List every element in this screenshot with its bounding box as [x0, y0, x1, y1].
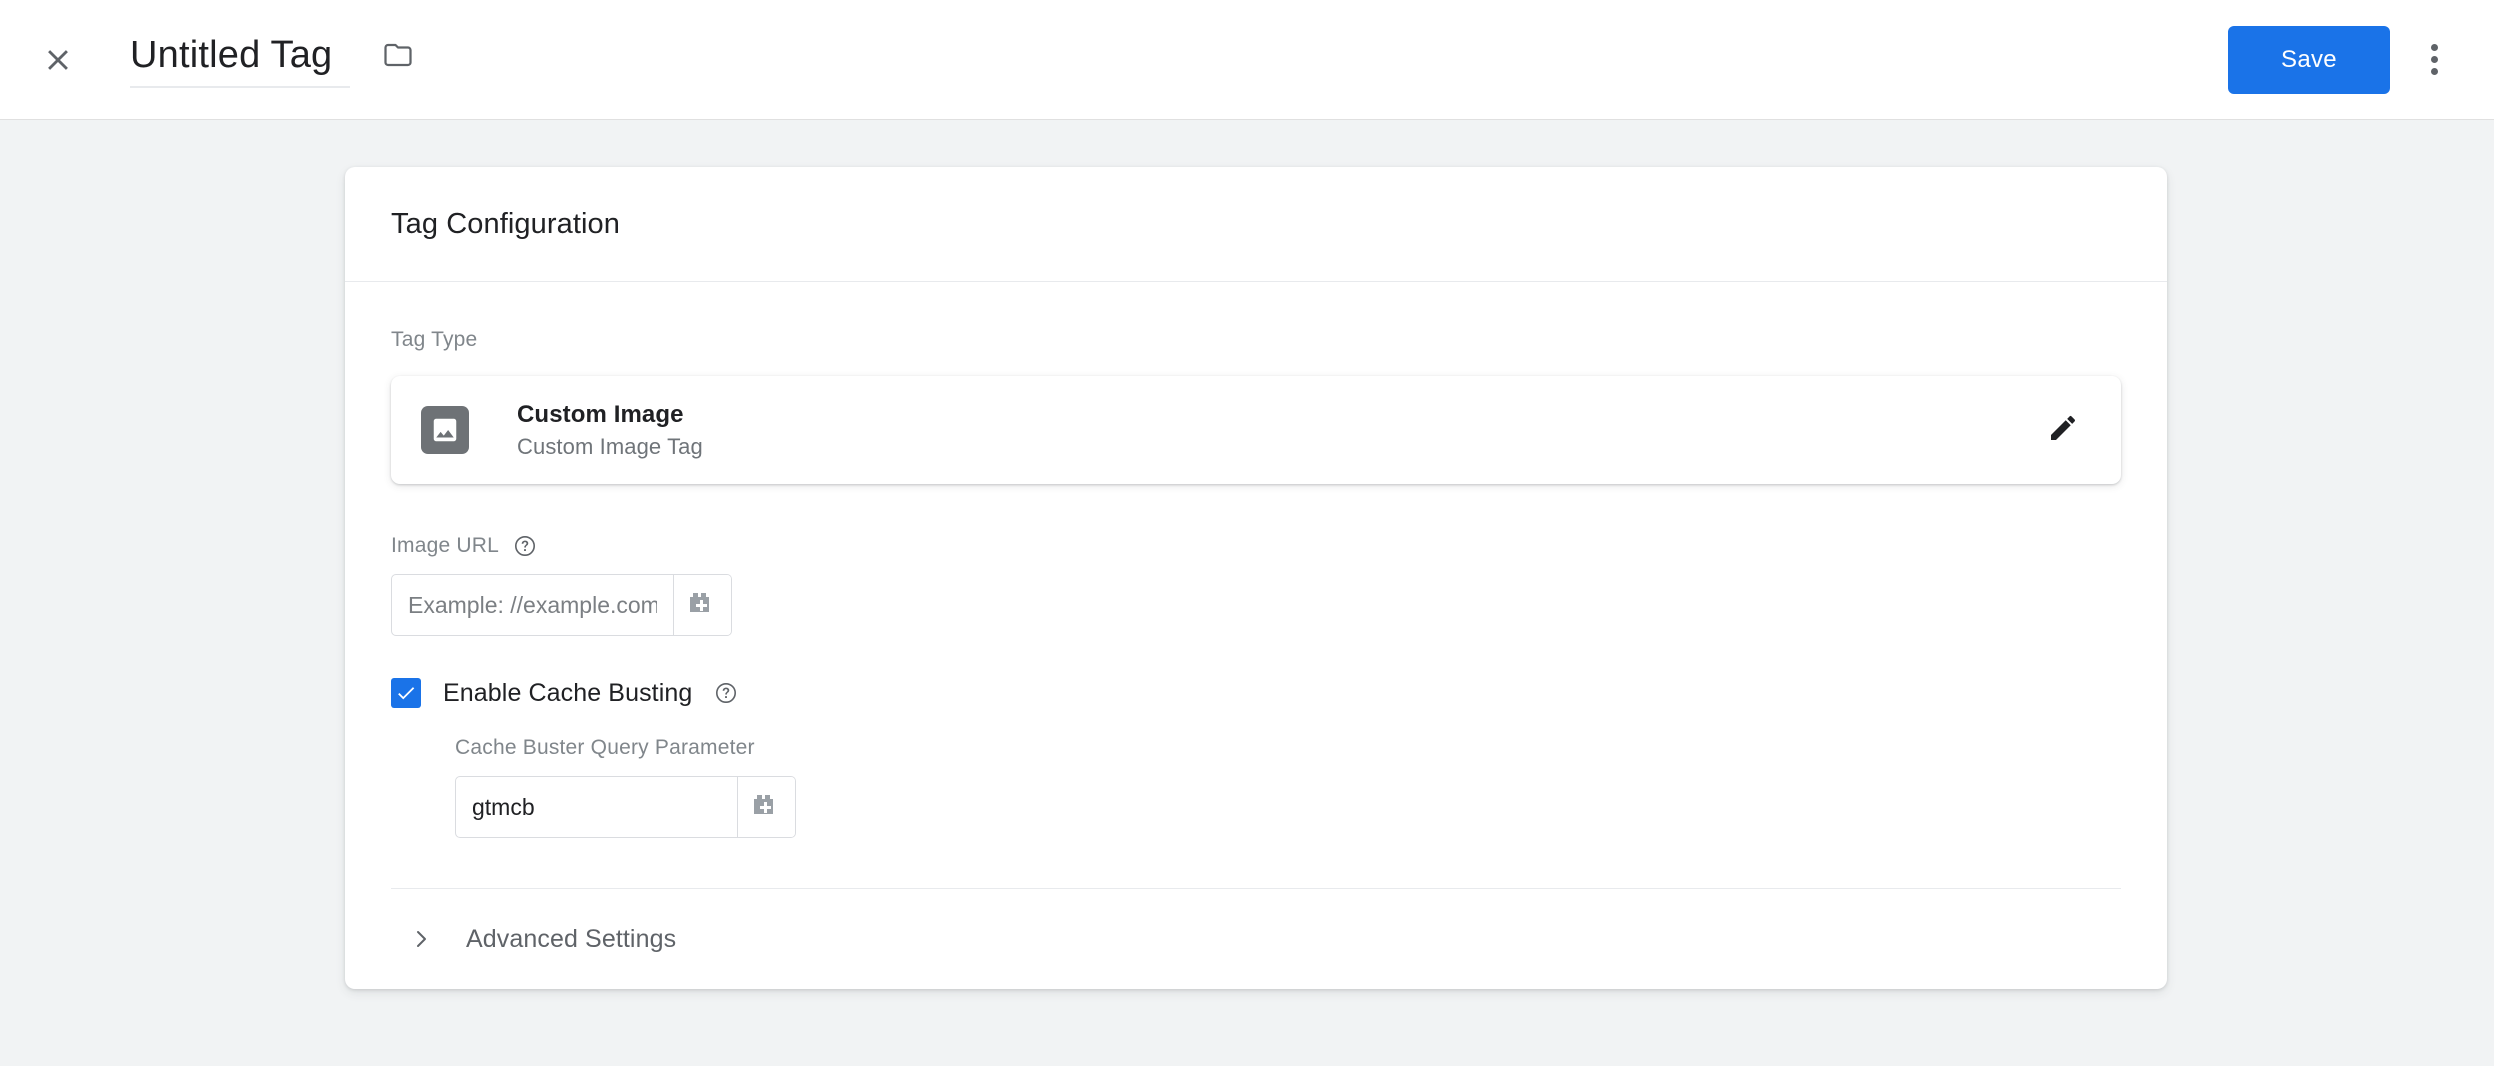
more-options-button[interactable] [2404, 30, 2464, 90]
variable-block-plus-icon [686, 588, 720, 623]
tag-type-info: Custom Image Custom Image Tag [517, 401, 703, 460]
tag-type-description: Custom Image Tag [517, 433, 703, 459]
cache-buster-variable-picker-button[interactable] [737, 777, 795, 837]
enable-cache-busting-label: Enable Cache Busting [443, 678, 693, 707]
enable-cache-busting-checkbox[interactable] [391, 678, 421, 708]
more-vert-icon-dot-2 [2430, 56, 2438, 63]
cache-buster-param-block: Cache Buster Query Parameter [391, 736, 2121, 838]
enable-cache-busting-row[interactable]: Enable Cache Busting [391, 678, 2121, 708]
image-url-field [391, 574, 732, 636]
chevron-right-icon [408, 926, 434, 952]
pencil-icon [2047, 412, 2079, 449]
image-url-variable-picker-button[interactable] [673, 575, 731, 635]
folder-button[interactable] [380, 40, 416, 76]
tag-name-input[interactable] [130, 31, 350, 88]
tag-type-label: Tag Type [391, 328, 478, 351]
check-icon [398, 687, 415, 700]
help-circle-icon[interactable] [513, 534, 537, 558]
header-actions: Save [2228, 25, 2464, 94]
card-title: Tag Configuration [391, 207, 621, 240]
image-url-label-row: Image URL [391, 534, 2121, 558]
close-button[interactable] [34, 36, 82, 84]
edit-tag-type-button[interactable] [2039, 406, 2087, 454]
cache-buster-label-row: Cache Buster Query Parameter [455, 736, 2121, 760]
tag-type-name: Custom Image [517, 400, 684, 428]
image-url-input[interactable] [392, 575, 673, 635]
advanced-settings-label: Advanced Settings [466, 924, 677, 953]
main-content: Tag Configuration Tag Type Custom Image … [0, 120, 2494, 1066]
cache-buster-param-field [455, 776, 796, 838]
more-vert-icon-dot-1 [2430, 44, 2438, 51]
save-button[interactable]: Save [2228, 25, 2390, 94]
image-icon [421, 406, 469, 454]
tag-type-label-row: Tag Type [391, 328, 2121, 352]
help-circle-icon[interactable] [714, 681, 738, 705]
card-body: Tag Type Custom Image Custom Image Tag I… [345, 282, 2167, 989]
cache-buster-param-label: Cache Buster Query Parameter [455, 736, 755, 759]
more-vert-icon-dot-3 [2430, 68, 2438, 75]
advanced-settings-toggle[interactable]: Advanced Settings [391, 889, 2121, 989]
tag-configuration-card: Tag Configuration Tag Type Custom Image … [345, 167, 2167, 989]
tag-type-selector[interactable]: Custom Image Custom Image Tag [391, 376, 2121, 484]
variable-block-plus-icon [750, 790, 784, 825]
app-header: Save [0, 0, 2494, 120]
card-header: Tag Configuration [345, 167, 2167, 282]
tag-title-group [130, 31, 416, 88]
close-icon [41, 43, 75, 77]
folder-icon [383, 40, 413, 75]
image-url-label: Image URL [391, 534, 500, 557]
cache-buster-param-input[interactable] [456, 777, 737, 837]
